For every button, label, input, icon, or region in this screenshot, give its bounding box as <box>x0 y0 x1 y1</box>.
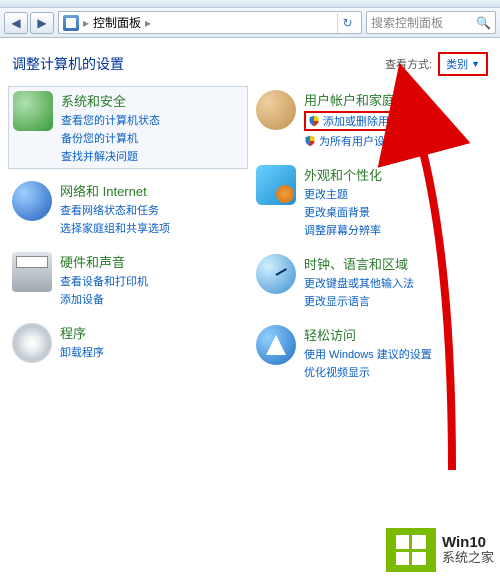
link-text: 添加或删除用户帐户 <box>323 113 422 129</box>
watermark-text: Win10 系统之家 <box>442 535 494 566</box>
watermark-line2: 系统之家 <box>442 551 494 565</box>
category-title[interactable]: 网络和 Internet <box>60 181 170 200</box>
control-panel-icon <box>63 15 79 31</box>
category-link[interactable]: 调整屏幕分辨率 <box>304 222 382 238</box>
category-link[interactable]: 更改桌面背景 <box>304 204 382 220</box>
category-link[interactable]: 更改显示语言 <box>304 293 414 309</box>
ease-of-access-icon <box>256 325 296 365</box>
category-title[interactable]: 用户帐户和家庭安全 <box>304 90 440 109</box>
view-by: 查看方式: 类别 ▼ <box>385 52 488 76</box>
globe-icon <box>12 181 52 221</box>
breadcrumb[interactable]: ▸ 控制面板 ▸ ↻ <box>58 11 362 34</box>
category-link[interactable]: 查看设备和打印机 <box>60 273 148 289</box>
breadcrumb-item[interactable]: 控制面板 <box>93 14 141 31</box>
category-system-security: 系统和安全 查看您的计算机状态 备份您的计算机 查找并解决问题 <box>8 86 248 169</box>
toolbar: ◀ ▶ ▸ 控制面板 ▸ ↻ 搜索控制面板 🔍 <box>0 8 500 38</box>
clock-icon <box>256 254 296 294</box>
category-link[interactable]: 查找并解决问题 <box>61 148 160 164</box>
category-accounts: 用户帐户和家庭安全 添加或删除用户帐户 为所有用户设置家长控制 <box>252 86 492 153</box>
category-title[interactable]: 时钟、语言和区域 <box>304 254 414 273</box>
category-link[interactable]: 更改键盘或其他输入法 <box>304 275 414 291</box>
category-title[interactable]: 轻松访问 <box>304 325 432 344</box>
page-title: 调整计算机的设置 <box>12 54 124 74</box>
nav-buttons: ◀ ▶ <box>4 11 54 34</box>
view-by-dropdown[interactable]: 类别 ▼ <box>438 52 488 76</box>
category-title[interactable]: 硬件和声音 <box>60 252 148 271</box>
category-title[interactable]: 程序 <box>60 323 104 342</box>
users-icon <box>256 90 296 130</box>
category-link[interactable]: 使用 Windows 建议的设置 <box>304 346 432 362</box>
category-title[interactable]: 系统和安全 <box>61 91 160 110</box>
chevron-right-icon: ▸ <box>83 16 89 30</box>
right-column: 用户帐户和家庭安全 添加或删除用户帐户 为所有用户设置家长控制 外观和个性化 更… <box>252 86 492 384</box>
view-by-value: 类别 <box>446 56 468 72</box>
forward-button[interactable]: ▶ <box>30 12 54 34</box>
printer-icon <box>12 252 52 292</box>
shield-green-icon <box>13 91 53 131</box>
category-appearance: 外观和个性化 更改主题 更改桌面背景 调整屏幕分辨率 <box>252 161 492 242</box>
category-link[interactable]: 添加设备 <box>60 291 148 307</box>
category-link[interactable]: 查看您的计算机状态 <box>61 112 160 128</box>
uac-shield-icon <box>308 115 320 127</box>
appearance-icon <box>256 165 296 205</box>
highlight-box: 添加或删除用户帐户 <box>304 111 440 131</box>
watermark-logo <box>386 528 436 572</box>
category-programs: 程序 卸载程序 <box>8 319 248 367</box>
watermark-line1: Win10 <box>442 535 494 552</box>
add-remove-user-link[interactable]: 添加或删除用户帐户 <box>308 113 422 129</box>
header-row: 调整计算机的设置 查看方式: 类别 ▼ <box>0 38 500 86</box>
category-network: 网络和 Internet 查看网络状态和任务 选择家庭组和共享选项 <box>8 177 248 240</box>
category-link[interactable]: 选择家庭组和共享选项 <box>60 220 170 236</box>
categories-grid: 系统和安全 查看您的计算机状态 备份您的计算机 查找并解决问题 网络和 Inte… <box>0 86 500 392</box>
chevron-right-icon: ▸ <box>145 16 151 30</box>
category-title[interactable]: 外观和个性化 <box>304 165 382 184</box>
category-link[interactable]: 备份您的计算机 <box>61 130 160 146</box>
search-placeholder: 搜索控制面板 <box>371 14 443 31</box>
category-clock: 时钟、语言和区域 更改键盘或其他输入法 更改显示语言 <box>252 250 492 313</box>
back-button[interactable]: ◀ <box>4 12 28 34</box>
refresh-button[interactable]: ↻ <box>337 13 357 33</box>
parental-controls-link[interactable]: 为所有用户设置家长控制 <box>304 133 440 149</box>
uac-shield-icon <box>304 135 316 147</box>
category-link[interactable]: 更改主题 <box>304 186 382 202</box>
search-input[interactable]: 搜索控制面板 🔍 <box>366 11 496 34</box>
window-titlebar <box>0 0 500 8</box>
left-column: 系统和安全 查看您的计算机状态 备份您的计算机 查找并解决问题 网络和 Inte… <box>8 86 248 384</box>
category-link[interactable]: 查看网络状态和任务 <box>60 202 170 218</box>
category-ease-of-access: 轻松访问 使用 Windows 建议的设置 优化视频显示 <box>252 321 492 384</box>
chevron-down-icon: ▼ <box>471 59 480 69</box>
category-link[interactable]: 卸载程序 <box>60 344 104 360</box>
category-hardware: 硬件和声音 查看设备和打印机 添加设备 <box>8 248 248 311</box>
disc-icon <box>12 323 52 363</box>
watermark: Win10 系统之家 <box>386 528 494 572</box>
search-icon: 🔍 <box>476 16 491 30</box>
windows-logo-icon <box>396 535 426 565</box>
category-link[interactable]: 优化视频显示 <box>304 364 432 380</box>
link-text: 为所有用户设置家长控制 <box>319 133 440 149</box>
view-by-label: 查看方式: <box>385 56 432 72</box>
